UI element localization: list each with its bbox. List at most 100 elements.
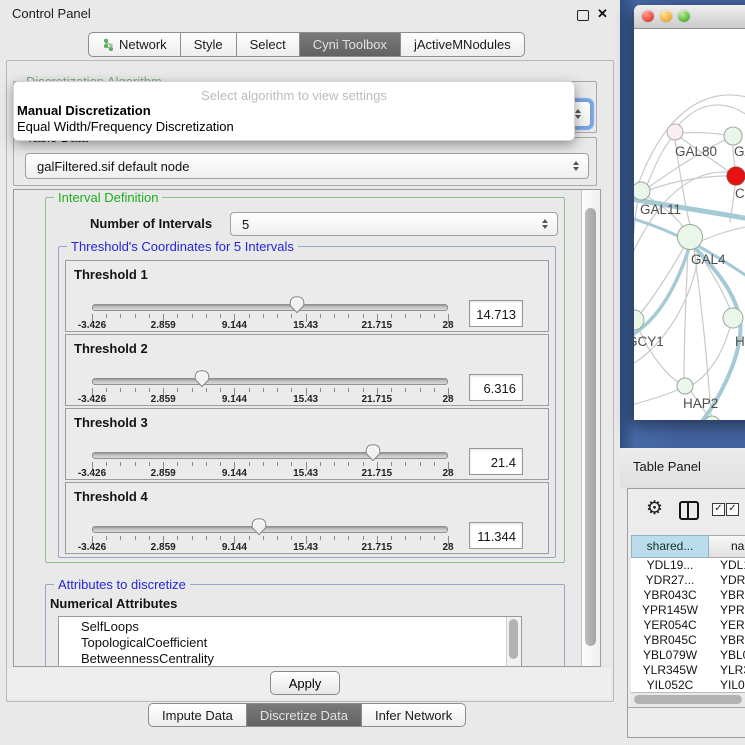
column-header-shared-name[interactable]: shared... xyxy=(631,535,709,558)
slider-track[interactable] xyxy=(92,526,448,533)
slider-track[interactable] xyxy=(92,452,448,459)
table-row[interactable]: YIL052CYIL0 xyxy=(631,678,745,693)
column-header-name[interactable]: name xyxy=(709,535,745,558)
attributes-list[interactable]: SelfLoopsTopologicalCoefficientBetweenne… xyxy=(58,616,522,667)
tab-select[interactable]: Select xyxy=(237,32,300,57)
table-row[interactable]: YDR27...YDR2 xyxy=(631,573,745,588)
column-layout-icon[interactable] xyxy=(679,501,699,520)
scrollbar-thumb[interactable] xyxy=(634,695,742,704)
tab-label: Impute Data xyxy=(162,708,233,723)
table-row[interactable]: YBR043CYBR0 xyxy=(631,588,745,603)
minimize-traffic-light-icon[interactable] xyxy=(660,10,672,22)
slider-track[interactable] xyxy=(92,304,448,311)
network-node[interactable] xyxy=(723,308,743,328)
threshold-value-field[interactable]: 11.344 xyxy=(469,522,523,549)
network-graph[interactable]: GAL80GACGAL11GAL4GCY1HHAP2 xyxy=(634,29,745,420)
table-row[interactable]: YLR345WYLR3 xyxy=(631,663,745,678)
tab-style[interactable]: Style xyxy=(181,32,237,57)
close-icon[interactable]: ✕ xyxy=(597,6,608,22)
cell-shared-name: YBL079W xyxy=(631,648,709,663)
select-none-checkbox-icon[interactable]: ✓ xyxy=(726,503,739,516)
slider-thumb-icon[interactable] xyxy=(288,295,306,314)
float-window-icon[interactable] xyxy=(577,10,589,21)
table-row[interactable]: YBL079WYBL0 xyxy=(631,648,745,663)
threshold-value-field[interactable]: 21.4 xyxy=(469,448,523,475)
slider-thumb-icon[interactable] xyxy=(364,443,382,462)
network-node-label: GAL4 xyxy=(691,252,726,267)
attributes-group: Attributes to discretize Numerical Attri… xyxy=(45,584,565,667)
interval-definition-group: Interval Definition Number of Intervals … xyxy=(45,197,565,563)
network-node[interactable] xyxy=(634,182,650,200)
table-row[interactable]: YDL19...YDL1 xyxy=(631,558,745,573)
network-node[interactable] xyxy=(678,225,703,250)
scrollbar-thumb[interactable] xyxy=(509,619,518,659)
tab-cyni-toolbox[interactable]: Cyni Toolbox xyxy=(300,32,401,57)
tab-impute-data[interactable]: Impute Data xyxy=(148,703,247,727)
network-edge[interactable] xyxy=(634,199,638,311)
network-node[interactable] xyxy=(724,127,742,145)
threshold-slider[interactable]: -3.4262.8599.14415.4321.71528 xyxy=(92,261,448,333)
close-traffic-light-icon[interactable] xyxy=(642,10,654,22)
table-row[interactable]: YBR045CYBR0 xyxy=(631,633,745,648)
threshold-slider[interactable]: -3.4262.8599.14415.4321.71528 xyxy=(92,335,448,407)
slider-thumb-icon[interactable] xyxy=(193,369,211,388)
network-edge[interactable] xyxy=(647,139,671,185)
network-edge[interactable] xyxy=(692,327,730,385)
slider-tick-labels: -3.4262.8599.14415.4321.71528 xyxy=(92,320,448,332)
select-all-checkbox-icon[interactable]: ✓ xyxy=(712,503,725,516)
network-node[interactable] xyxy=(677,378,693,394)
cell-name: YPR1 xyxy=(709,603,745,618)
scrollbar[interactable] xyxy=(506,617,521,667)
dropdown-options: Manual DiscretizationEqual Width/Frequen… xyxy=(14,103,574,134)
algorithm-option[interactable]: Equal Width/Frequency Discretization xyxy=(14,119,574,135)
cell-shared-name: YDR27... xyxy=(631,573,709,588)
num-intervals-value: 5 xyxy=(242,213,249,237)
network-edge[interactable] xyxy=(684,249,688,379)
network-node-label: GCY1 xyxy=(634,334,664,349)
attribute-item[interactable]: SelfLoops xyxy=(59,619,521,635)
apply-button[interactable]: Apply xyxy=(270,671,340,695)
tab-network[interactable]: Network xyxy=(88,32,181,57)
network-edge[interactable] xyxy=(634,257,698,369)
screenshot-root: Control Panel ✕ NetworkStyleSelectCyni T… xyxy=(0,0,745,745)
network-canvas[interactable]: GAL80GACGAL11GAL4GCY1HHAP2 xyxy=(634,29,745,420)
slider-thumb-icon[interactable] xyxy=(250,517,268,536)
network-edge[interactable] xyxy=(701,224,745,241)
network-edge[interactable] xyxy=(690,243,740,420)
cell-shared-name: YDL19... xyxy=(631,558,709,573)
zoom-traffic-light-icon[interactable] xyxy=(678,10,690,22)
vertical-scrollbar[interactable] xyxy=(581,190,600,666)
scrollbar-thumb[interactable] xyxy=(585,208,596,646)
network-node-label: H xyxy=(735,334,745,349)
slider-track[interactable] xyxy=(92,378,448,385)
table-row[interactable]: YPR145WYPR1 xyxy=(631,603,745,618)
threshold-value-field[interactable]: 6.316 xyxy=(469,374,523,401)
table-row[interactable]: YER054CYER0 xyxy=(631,618,745,633)
dropdown-placeholder: Select algorithm to view settings xyxy=(14,88,574,103)
horizontal-scrollbar[interactable] xyxy=(631,692,745,707)
cell-name: YBR0 xyxy=(709,588,745,603)
network-node[interactable] xyxy=(667,124,683,140)
network-node[interactable] xyxy=(727,167,745,185)
network-edge[interactable] xyxy=(694,249,711,416)
tab-infer-network[interactable]: Infer Network xyxy=(362,703,466,727)
threshold-value-field[interactable]: 14.713 xyxy=(469,300,523,327)
threshold-slider[interactable]: -3.4262.8599.14415.4321.71528 xyxy=(92,409,448,481)
threshold-slider[interactable]: -3.4262.8599.14415.4321.71528 xyxy=(92,483,448,555)
network-edge[interactable] xyxy=(634,251,688,341)
num-intervals-combobox[interactable]: 5 xyxy=(230,212,558,236)
apply-row: Apply xyxy=(7,668,611,699)
tab-discretize-data[interactable]: Discretize Data xyxy=(247,703,362,727)
cell-shared-name: YBR045C xyxy=(631,633,709,648)
algorithm-option[interactable]: Manual Discretization xyxy=(14,103,574,119)
window-title: Control Panel xyxy=(12,6,91,21)
tab-jactivemnodules[interactable]: jActiveMNodules xyxy=(401,32,525,57)
network-view-window[interactable]: GAL80GACGAL11GAL4GCY1HHAP2 xyxy=(634,5,745,420)
attribute-item[interactable]: TopologicalCoefficient xyxy=(59,635,521,651)
thresholds-group-title: Threshold's Coordinates for 5 Intervals xyxy=(67,239,298,254)
table-data-combobox[interactable]: galFiltered.sif default node xyxy=(25,153,589,179)
network-edge[interactable] xyxy=(682,133,725,135)
gear-icon[interactable]: ⚙ xyxy=(646,497,663,520)
attribute-item[interactable]: BetweennessCentrality xyxy=(59,651,521,667)
network-edge[interactable] xyxy=(634,387,684,407)
